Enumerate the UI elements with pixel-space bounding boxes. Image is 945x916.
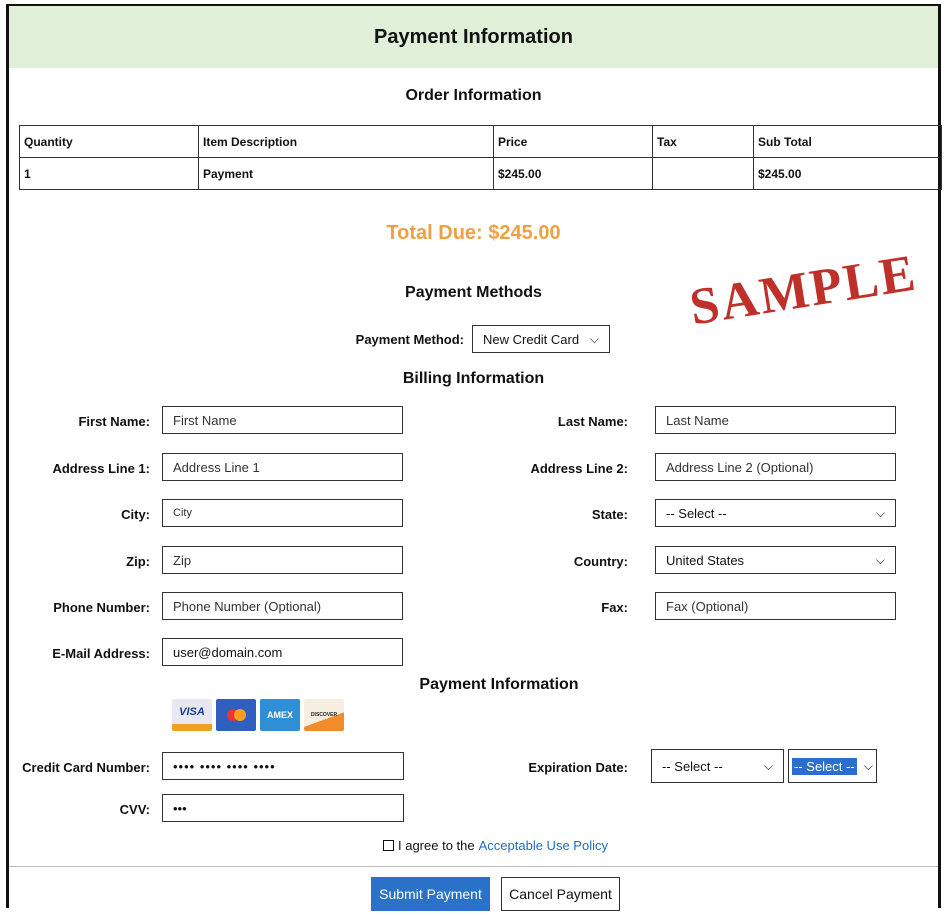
column-header-price: Price xyxy=(493,125,653,158)
payment-method-select[interactable]: New Credit Card ⌵ xyxy=(472,325,610,353)
expiration-year-select[interactable]: -- Select -- ⌵ xyxy=(788,749,877,783)
discover-text: DISCOVER xyxy=(310,712,338,718)
cell-price: $245.00 xyxy=(493,157,653,190)
country-value: United States xyxy=(666,552,745,568)
first-name-placeholder: First Name xyxy=(173,412,237,428)
last-name-field[interactable]: Last Name xyxy=(655,406,896,434)
order-table: Quantity Item Description Price Tax Sub … xyxy=(19,125,942,190)
country-label: Country: xyxy=(573,554,628,569)
last-name-placeholder: Last Name xyxy=(666,412,729,428)
city-label: City: xyxy=(121,507,150,522)
card-number-value: •••• •••• •••• •••• xyxy=(173,758,276,774)
chevron-down-icon: ⌵ xyxy=(875,505,885,520)
cell-description: Payment xyxy=(198,157,494,190)
state-select[interactable]: -- Select -- ⌵ xyxy=(655,499,896,527)
first-name-field[interactable]: First Name xyxy=(162,406,403,434)
amex-icon: AMEX xyxy=(260,699,300,731)
city-field[interactable]: City xyxy=(162,499,403,527)
billing-title: Billing Information xyxy=(402,370,545,387)
agree-checkbox[interactable] xyxy=(383,840,394,851)
cell-quantity: 1 xyxy=(19,157,199,190)
payment-method-label: Payment Method: xyxy=(355,332,464,347)
cvv-label: CVV: xyxy=(119,802,150,817)
total-due: Total Due: $245.00 xyxy=(386,222,561,244)
chevron-down-icon: ⌵ xyxy=(875,552,885,567)
chevron-down-icon: ⌵ xyxy=(763,758,773,773)
email-field[interactable]: user@domain.com xyxy=(162,638,403,666)
expiration-month-value: -- Select -- xyxy=(662,758,723,774)
order-title: Order Information xyxy=(405,87,542,104)
state-label: State: xyxy=(591,507,628,522)
expiration-label: Expiration Date: xyxy=(528,760,628,775)
mastercard-icon xyxy=(216,699,256,731)
cell-tax xyxy=(652,157,754,190)
submit-payment-button[interactable]: Submit Payment xyxy=(371,877,490,911)
footer-divider xyxy=(9,866,938,867)
address2-field[interactable]: Address Line 2 (Optional) xyxy=(655,453,896,481)
fax-field[interactable]: Fax (Optional) xyxy=(655,592,896,620)
state-value: -- Select -- xyxy=(666,505,727,521)
amex-text: AMEX xyxy=(266,710,293,720)
phone-placeholder: Phone Number (Optional) xyxy=(173,598,322,614)
page-header: Payment Information xyxy=(9,6,938,68)
sample-stamp: SAMPLE xyxy=(685,244,921,337)
payment-method-value: New Credit Card xyxy=(483,331,580,347)
payment-form: Payment Information Order Information Qu… xyxy=(6,4,942,911)
agree-row: I agree to the Acceptable Use Policy xyxy=(383,838,608,853)
visa-text: VISA xyxy=(179,705,205,718)
zip-placeholder: Zip xyxy=(173,552,192,568)
card-number-label: Credit Card Number: xyxy=(22,760,150,775)
country-select[interactable]: United States ⌵ xyxy=(655,546,896,574)
card-logos: VISA AMEX DISCOVER xyxy=(172,699,344,731)
address2-placeholder: Address Line 2 (Optional) xyxy=(666,459,814,475)
expiration-month-select[interactable]: -- Select -- ⌵ xyxy=(651,749,784,783)
zip-label: Zip: xyxy=(126,554,150,569)
payment-info-title: Payment Information xyxy=(419,676,579,693)
column-header-tax: Tax xyxy=(652,125,754,158)
chevron-down-icon: ⌵ xyxy=(589,331,599,346)
city-placeholder: City xyxy=(173,507,192,519)
expiration-year-value: -- Select -- xyxy=(792,757,857,775)
email-label: E-Mail Address: xyxy=(52,646,150,661)
page-title: Payment Information xyxy=(374,25,573,48)
table-header-row: Quantity Item Description Price Tax Sub … xyxy=(19,125,942,158)
fax-placeholder: Fax (Optional) xyxy=(666,598,749,614)
discover-icon: DISCOVER xyxy=(304,699,344,731)
email-value: user@domain.com xyxy=(173,644,283,660)
address1-field[interactable]: Address Line 1 xyxy=(162,453,403,481)
phone-label: Phone Number: xyxy=(53,600,150,615)
table-row: 1 Payment $245.00 $245.00 xyxy=(19,157,942,190)
zip-field[interactable]: Zip xyxy=(162,546,403,574)
column-header-description: Item Description xyxy=(198,125,494,158)
phone-field[interactable]: Phone Number (Optional) xyxy=(162,592,403,620)
column-header-subtotal: Sub Total xyxy=(753,125,942,158)
address2-label: Address Line 2: xyxy=(530,461,628,476)
cancel-payment-button[interactable]: Cancel Payment xyxy=(501,877,620,911)
agree-text: I agree to the xyxy=(398,838,475,853)
first-name-label: First Name: xyxy=(78,414,150,429)
fax-label: Fax: xyxy=(601,600,628,615)
cvv-field[interactable]: ••• xyxy=(162,794,404,822)
acceptable-use-policy-link[interactable]: Acceptable Use Policy xyxy=(479,838,608,853)
address1-placeholder: Address Line 1 xyxy=(173,459,260,475)
address1-label: Address Line 1: xyxy=(52,461,150,476)
visa-icon: VISA xyxy=(172,699,212,731)
cvv-value: ••• xyxy=(173,800,187,816)
card-number-field[interactable]: •••• •••• •••• •••• xyxy=(162,752,404,780)
cell-subtotal: $245.00 xyxy=(753,157,942,190)
column-header-quantity: Quantity xyxy=(19,125,199,158)
last-name-label: Last Name: xyxy=(557,414,628,429)
chevron-down-icon: ⌵ xyxy=(863,758,873,773)
